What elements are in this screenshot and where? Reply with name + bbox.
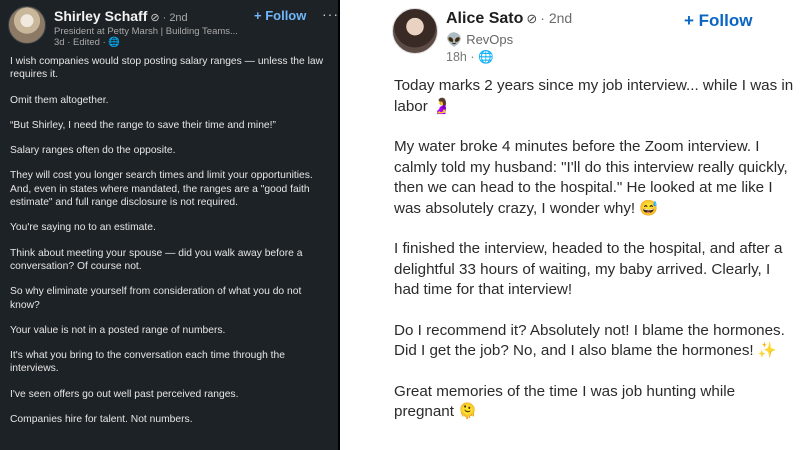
author-avatar[interactable]: [8, 6, 46, 44]
left-post-header: Shirley Schaff ⊘ · 2nd President at Petty …: [8, 6, 338, 48]
right-post-panel: Alice Sato ⊘ · 2nd 👽 RevOps 18h · 🌐 + Follo…: [340, 0, 800, 450]
post-paragraph: Today marks 2 years since my job intervi…: [394, 77, 794, 115]
follow-button[interactable]: + Follow: [684, 11, 752, 31]
post-paragraph: It's what you bring to the conversation …: [10, 350, 285, 375]
right-post-body: Today marks 2 years since my job intervi…: [394, 76, 794, 443]
author-headline: President at Petty Marsh | Building Team…: [54, 26, 238, 37]
globe-icon: 🌐: [108, 37, 121, 48]
globe-icon: 🌐: [477, 50, 494, 64]
left-post-body: I wish companies would stop posting sala…: [10, 55, 330, 438]
post-paragraph: My water broke 4 minutes before the Zoom…: [394, 138, 788, 217]
more-options-icon[interactable]: ···: [322, 6, 338, 22]
author-name[interactable]: Alice Sato: [446, 10, 523, 27]
left-post-panel: Shirley Schaff ⊘ · 2nd President at Petty …: [0, 0, 338, 450]
post-paragraph: They will cost you longer search times a…: [10, 170, 313, 209]
post-meta: 18h · 🌐: [446, 50, 494, 65]
verified-icon: ⊘: [526, 11, 538, 26]
author-avatar[interactable]: [392, 8, 438, 54]
post-paragraph: Companies hire for talent. Not numbers.: [10, 414, 193, 426]
author-name-row: Shirley Schaff ⊘ · 2nd: [54, 8, 188, 24]
post-paragraph: I finished the interview, headed to the …: [394, 240, 783, 298]
post-paragraph: Salary ranges often do the opposite.: [10, 145, 176, 157]
verified-icon: ⊘: [150, 12, 160, 24]
post-paragraph: I've seen offers go out well past percei…: [10, 388, 239, 400]
post-time: 18h ·: [446, 50, 478, 64]
post-paragraph: Your value is not in a posted range of n…: [10, 324, 226, 336]
connection-degree: · 2nd: [162, 12, 188, 24]
author-org-label: RevOps: [466, 32, 514, 47]
author-name[interactable]: Shirley Schaff: [54, 8, 147, 24]
author-org: 👽 RevOps: [446, 32, 513, 48]
alien-icon: 👽: [446, 32, 463, 47]
follow-button[interactable]: + Follow: [254, 8, 306, 23]
post-paragraph: Great memories of the time I was job hun…: [394, 382, 736, 421]
post-paragraph: I wish companies would stop posting sala…: [10, 56, 324, 81]
post-paragraph: Do I recommend it? Absolutely not! I bla…: [394, 321, 785, 360]
post-paragraph: Think about meeting your spouse — did yo…: [10, 247, 303, 272]
post-paragraph: So why eliminate yourself from considera…: [10, 286, 302, 311]
connection-degree: · 2nd: [540, 10, 573, 26]
post-paragraph: You're saying no to an estimate.: [10, 222, 156, 234]
author-name-row: Alice Sato ⊘ · 2nd: [446, 10, 572, 28]
post-paragraph: “But Shirley, I need the range to save t…: [10, 119, 276, 131]
post-meta-text: 3d · Edited ·: [54, 37, 109, 48]
post-paragraph: Omit them altogether.: [10, 94, 109, 106]
post-meta: 3d · Edited · 🌐: [54, 37, 120, 48]
